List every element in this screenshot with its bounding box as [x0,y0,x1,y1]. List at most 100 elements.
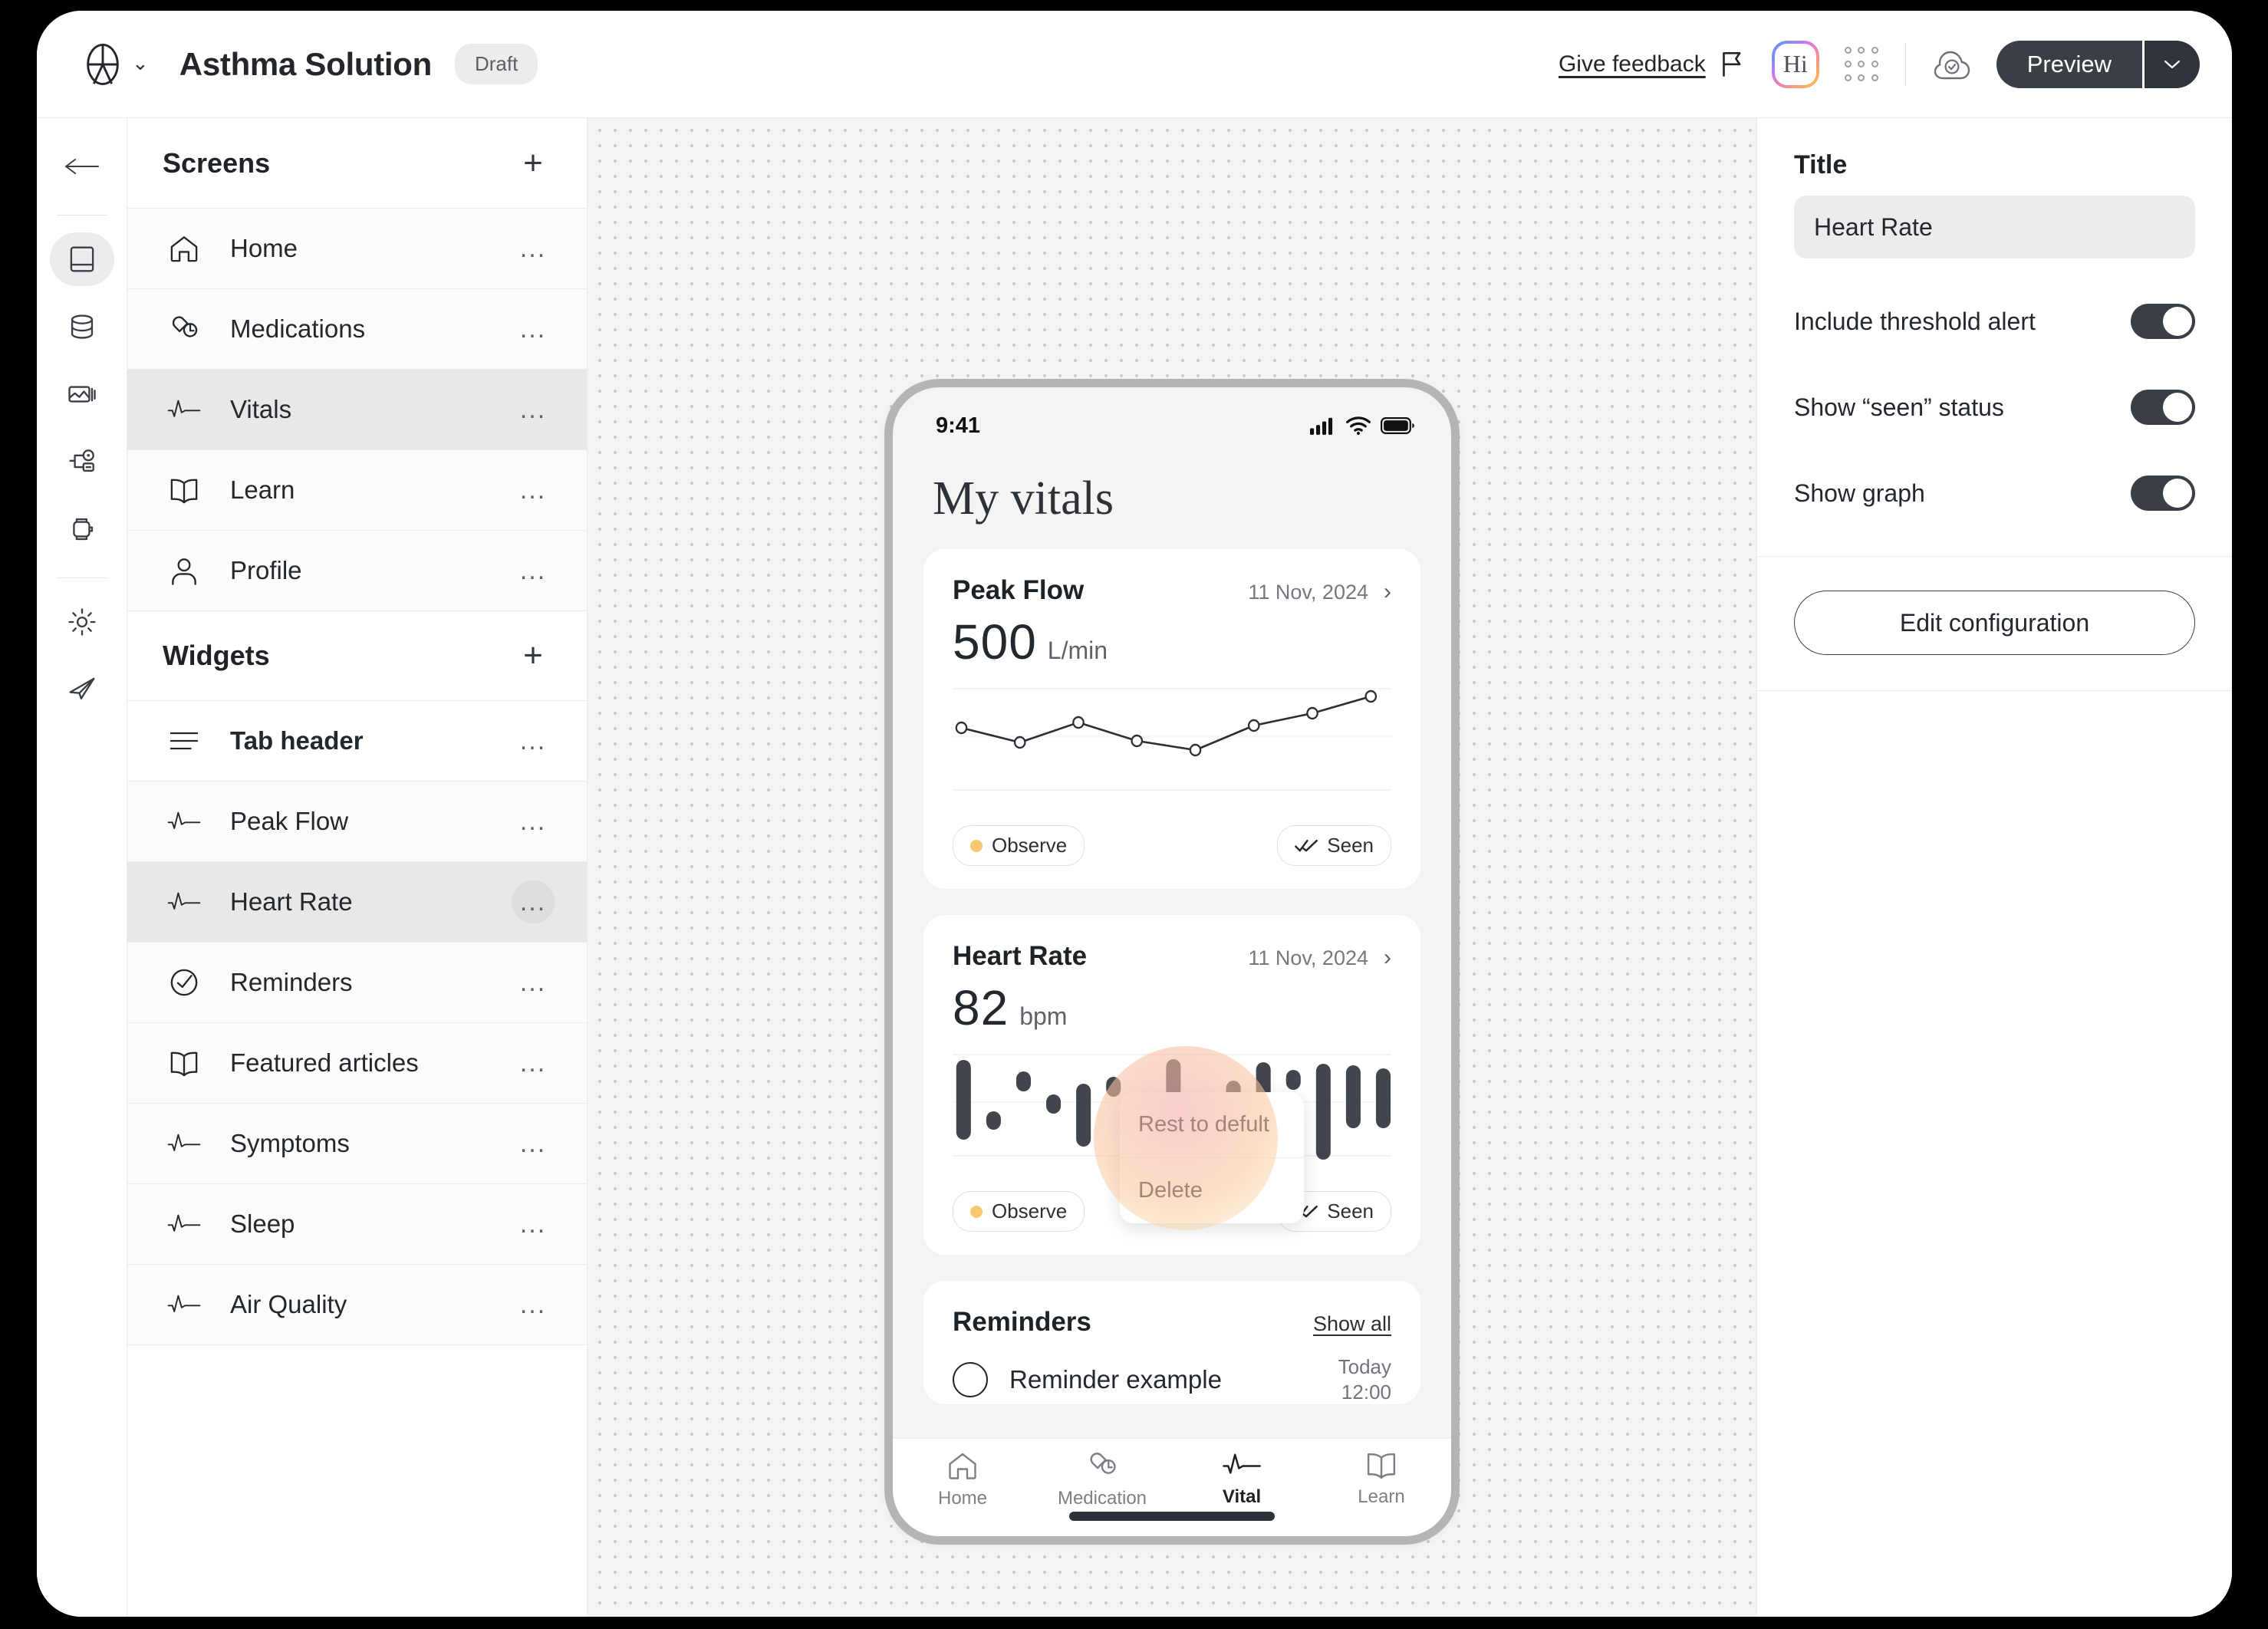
widget-item-label: Tab header [230,726,364,755]
sidebar-item-medications[interactable]: Medications ... [127,289,587,369]
row-menu-button[interactable]: ... [512,308,555,350]
card-title: Peak Flow [953,575,1085,605]
card-footer: Observe Seen [953,825,1391,866]
context-menu-item-delete[interactable]: Delete [1120,1158,1304,1223]
sidebar-item-label: Profile [230,556,302,584]
show-all-link[interactable]: Show all [1313,1312,1391,1336]
toggle-show-seen-status[interactable] [2131,390,2195,425]
row-menu-button[interactable]: ... [512,719,555,762]
apps-grid-icon[interactable] [1844,47,1879,82]
context-menu-wrapper: Rest to defult Delete [1094,1046,1304,1230]
sidebar-item-flows[interactable] [50,435,114,489]
phone-screen-content[interactable]: Peak Flow 11 Nov, 2024 › 500 L/min Obser… [893,526,1451,1438]
seen-pill[interactable]: Seen [1277,825,1391,866]
row-menu-button[interactable]: ... [512,1122,555,1165]
toggle-include-threshold-alert[interactable] [2131,304,2195,339]
sidebar-item-vitals[interactable]: Vitals ... [127,370,587,449]
amber-dot-icon [970,1205,983,1218]
sidebar-item-learn[interactable]: Learn ... [127,450,587,530]
row-menu-button[interactable]: ... [512,800,555,843]
add-widget-button[interactable]: + [515,637,551,674]
row-menu-button[interactable]: ... [512,469,555,512]
reminder-label: Reminder example [1009,1364,1222,1394]
row-menu-button-active[interactable]: ... [512,880,555,923]
preview-dropdown-caret[interactable] [2145,40,2200,88]
screens-section-title: Screens [163,146,271,179]
chevron-down-icon[interactable]: ⌄ [132,53,149,73]
toggle-show-graph[interactable] [2131,476,2195,511]
design-canvas[interactable]: Rest to defult Delete 9:41 My vitals Pea… [588,118,1756,1617]
pulse-icon [1223,1453,1261,1474]
status-pill-observe[interactable]: Observe [953,1191,1085,1232]
pulse-icon [163,399,206,420]
reminder-row[interactable]: Reminder example Today 12:00 [953,1354,1391,1404]
sidebar-item-media[interactable] [50,367,114,421]
status-time: 9:41 [936,413,981,438]
hi-avatar-badge[interactable]: Hi [1771,40,1819,88]
tab-medication[interactable]: Medication [1032,1450,1172,1509]
reminder-checkbox[interactable] [953,1361,988,1397]
publish-rocket-icon [69,677,94,699]
tab-vital[interactable]: Vital [1172,1450,1312,1508]
accessibility-logo[interactable] [83,42,123,87]
toggle-label: Include threshold alert [1794,307,2036,335]
context-menu-item-reset[interactable]: Rest to defult [1120,1092,1304,1157]
edit-configuration-button[interactable]: Edit configuration [1794,591,2195,655]
chevron-right-icon[interactable]: › [1384,581,1391,604]
widget-item-symptoms[interactable]: Symptoms ... [127,1104,587,1183]
amber-dot-icon [970,839,983,852]
title-input[interactable] [1794,196,2195,258]
widget-item-air-quality[interactable]: Air Quality ... [127,1265,587,1344]
reminder-day: Today [1338,1355,1391,1378]
flag-icon[interactable] [1721,51,1744,78]
row-menu-button[interactable]: ... [512,549,555,592]
card-peak-flow[interactable]: Peak Flow 11 Nov, 2024 › 500 L/min Obser… [923,549,1420,889]
phone-screen-title: My vitals [933,472,1114,525]
card-value: 500 [953,614,1037,670]
rail-divider [56,215,107,216]
widget-item-label: Featured articles [230,1048,419,1077]
page-title: Asthma Solution [179,45,432,82]
line-chart-svg [953,688,1391,791]
widget-item-sleep[interactable]: Sleep ... [127,1184,587,1264]
book-icon [1367,1453,1396,1479]
widget-item-heart-rate[interactable]: Heart Rate ... [127,862,587,942]
sidebar-item-data[interactable] [50,300,114,354]
sidebar-item-label: Vitals [230,395,292,423]
sidebar-item-wearable[interactable] [50,502,114,556]
row-menu-button[interactable]: ... [512,388,555,431]
rail-back-button[interactable] [50,140,114,193]
context-menu: Rest to defult Delete [1120,1092,1304,1223]
widget-item-peak-flow[interactable]: Peak Flow ... [127,782,587,861]
widgets-section-header: Widgets + [127,610,587,701]
card-reminders[interactable]: Reminders Show all Reminder example Toda… [923,1281,1420,1404]
sidebar-item-settings[interactable] [50,595,114,649]
add-screen-button[interactable]: + [515,145,551,182]
tab-learn[interactable]: Learn [1312,1450,1451,1508]
row-menu-button[interactable]: ... [512,961,555,1004]
title-field-label: Title [1794,150,1848,179]
sidebar-item-label: Learn [230,476,295,504]
phone-tab-bar: Home Medication Vital Learn [893,1438,1451,1536]
pulse-icon [163,1133,206,1154]
sidebar-item-publish[interactable] [50,663,114,716]
widget-item-reminders[interactable]: Reminders ... [127,943,587,1022]
card-unit: bpm [1019,1002,1068,1030]
row-menu-button[interactable]: ... [512,1042,555,1084]
sidebar-item-home[interactable]: Home ... [127,209,587,288]
give-feedback-link[interactable]: Give feedback [1559,51,1706,77]
row-menu-button[interactable]: ... [512,1203,555,1246]
list-lines-icon [163,731,206,751]
status-pill-observe[interactable]: Observe [953,825,1085,866]
sidebar-item-profile[interactable]: Profile ... [127,531,587,610]
widget-item-tab-header[interactable]: Tab header ... [127,701,587,781]
card-date: 11 Nov, 2024 [1248,946,1368,969]
tab-label: Home [937,1488,988,1509]
preview-button[interactable]: Preview [1996,40,2142,88]
tab-home[interactable]: Home [893,1450,1032,1509]
row-menu-button[interactable]: ... [512,227,555,270]
chevron-right-icon[interactable]: › [1384,946,1391,969]
row-menu-button[interactable]: ... [512,1283,555,1326]
widget-item-featured-articles[interactable]: Featured articles ... [127,1023,587,1103]
sidebar-item-screens[interactable] [49,232,114,286]
